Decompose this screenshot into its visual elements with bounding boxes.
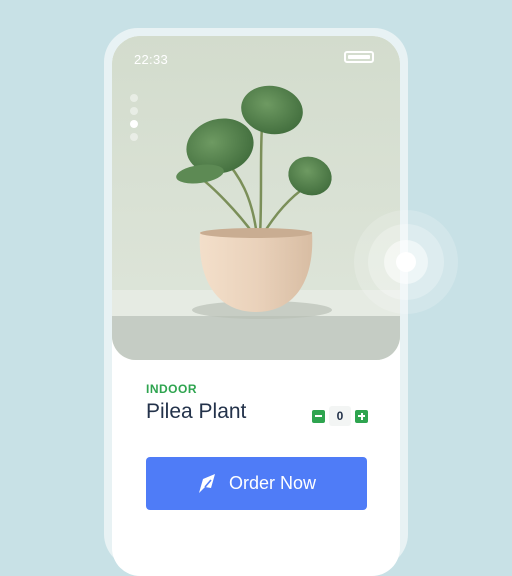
carousel-dot-3[interactable] (130, 120, 138, 128)
touch-indicator (352, 208, 460, 316)
product-category: INDOOR (146, 382, 197, 396)
product-title: Pilea Plant (146, 400, 247, 423)
quantity-value: 0 (329, 406, 351, 426)
battery-full-icon (344, 51, 374, 63)
plus-icon[interactable] (355, 409, 368, 423)
rocket-icon (197, 473, 217, 495)
order-now-label: Order Now (228, 473, 317, 493)
carousel-dot-4[interactable] (130, 133, 138, 141)
order-now-button[interactable]: Order Now (146, 457, 367, 510)
status-time: 22:33 (134, 52, 169, 67)
carousel-dot-2[interactable] (130, 107, 138, 115)
minus-icon[interactable] (312, 409, 325, 423)
quantity-stepper: 0 (312, 406, 368, 426)
carousel-dots (130, 94, 138, 146)
carousel-dot-1[interactable] (130, 94, 138, 102)
